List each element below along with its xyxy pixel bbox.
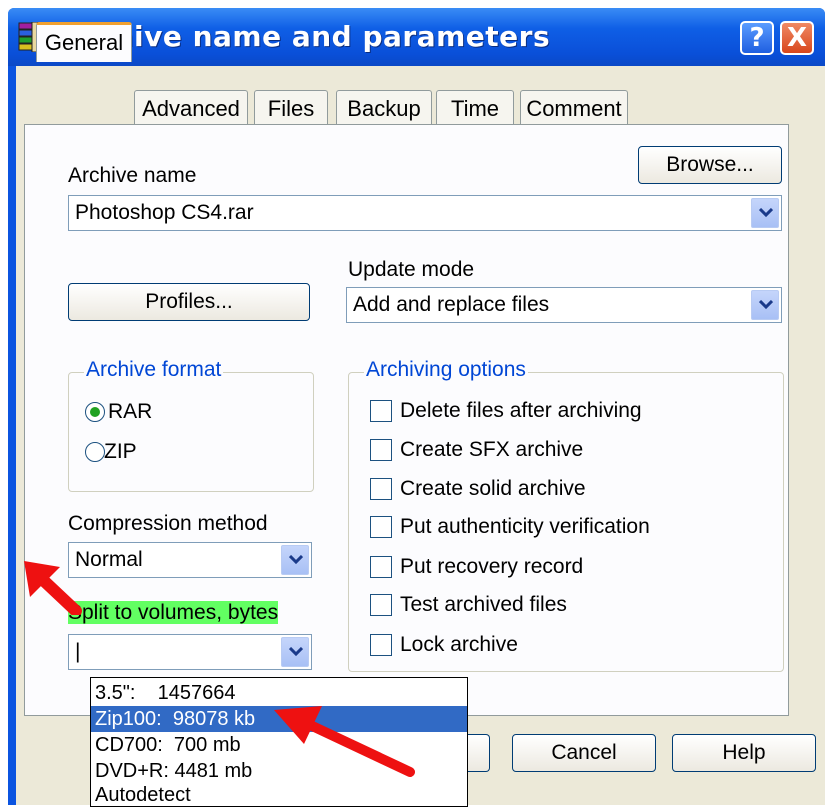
rar-radio[interactable] xyxy=(85,402,105,422)
list-item[interactable]: Autodetect xyxy=(91,782,467,808)
create-solid-label: Create solid archive xyxy=(400,477,586,500)
update-mode-value: Add and replace files xyxy=(353,293,550,316)
compression-method-combo[interactable]: Normal xyxy=(68,542,312,578)
test-files-label: Test archived files xyxy=(400,593,567,616)
chevron-down-icon[interactable] xyxy=(751,290,779,320)
archive-name-value: Photoshop CS4.rar xyxy=(75,201,254,224)
create-sfx-checkbox[interactable] xyxy=(370,439,392,461)
delete-files-label: Delete files after archiving xyxy=(400,399,642,422)
compression-method-label: Compression method xyxy=(68,512,268,535)
authenticity-label: Put authenticity verification xyxy=(400,515,650,538)
red-arrow-icon xyxy=(24,561,82,615)
radio-selected-dot xyxy=(90,407,100,417)
chevron-down-icon[interactable] xyxy=(751,198,779,228)
tab-comment[interactable]: Comment xyxy=(520,90,628,124)
archive-name-label: Archive name xyxy=(68,164,197,187)
help-title-button[interactable]: ? xyxy=(740,21,774,55)
lock-archive-checkbox[interactable] xyxy=(370,634,392,656)
tab-general[interactable]: General xyxy=(36,22,132,62)
archive-format-group xyxy=(68,372,314,492)
cancel-button[interactable]: Cancel xyxy=(512,734,656,772)
red-arrow-icon xyxy=(274,706,415,777)
split-volumes-combo[interactable]: | xyxy=(68,634,312,670)
update-mode-combo[interactable]: Add and replace files xyxy=(346,287,782,323)
recovery-record-checkbox[interactable] xyxy=(370,556,392,578)
authenticity-checkbox[interactable] xyxy=(370,516,392,538)
tab-time[interactable]: Time xyxy=(436,90,514,124)
test-files-checkbox[interactable] xyxy=(370,594,392,616)
archiving-options-title: Archiving options xyxy=(364,358,528,382)
compression-method-value: Normal xyxy=(75,548,143,571)
tab-backup[interactable]: Backup xyxy=(336,90,432,124)
update-mode-label: Update mode xyxy=(348,258,475,281)
chevron-down-icon[interactable] xyxy=(281,637,309,667)
split-volumes-label: Split to volumes, bytes xyxy=(68,601,279,625)
tab-advanced[interactable]: Advanced xyxy=(134,90,248,124)
create-sfx-label: Create SFX archive xyxy=(400,438,584,461)
split-volumes-label-text: Split to volumes, bytes xyxy=(68,601,279,624)
split-volumes-value: | xyxy=(75,640,81,663)
zip-radio[interactable] xyxy=(85,442,105,462)
tab-files[interactable]: Files xyxy=(254,90,328,124)
profiles-button[interactable]: Profiles... xyxy=(68,283,310,321)
chevron-down-icon[interactable] xyxy=(281,545,309,575)
browse-button[interactable]: Browse... xyxy=(638,146,782,184)
help-button[interactable]: Help xyxy=(672,734,816,772)
archive-name-combo[interactable]: Photoshop CS4.rar xyxy=(68,195,782,231)
archive-format-title: Archive format xyxy=(84,358,224,382)
delete-files-checkbox[interactable] xyxy=(370,400,392,422)
zip-label: ZIP xyxy=(104,440,137,463)
create-solid-checkbox[interactable] xyxy=(370,478,392,500)
recovery-record-label: Put recovery record xyxy=(400,555,584,578)
lock-archive-label: Lock archive xyxy=(400,633,518,656)
close-title-button[interactable]: X xyxy=(780,21,814,55)
window-title: Archive name and parameters xyxy=(60,20,551,53)
rar-label: RAR xyxy=(108,400,153,423)
